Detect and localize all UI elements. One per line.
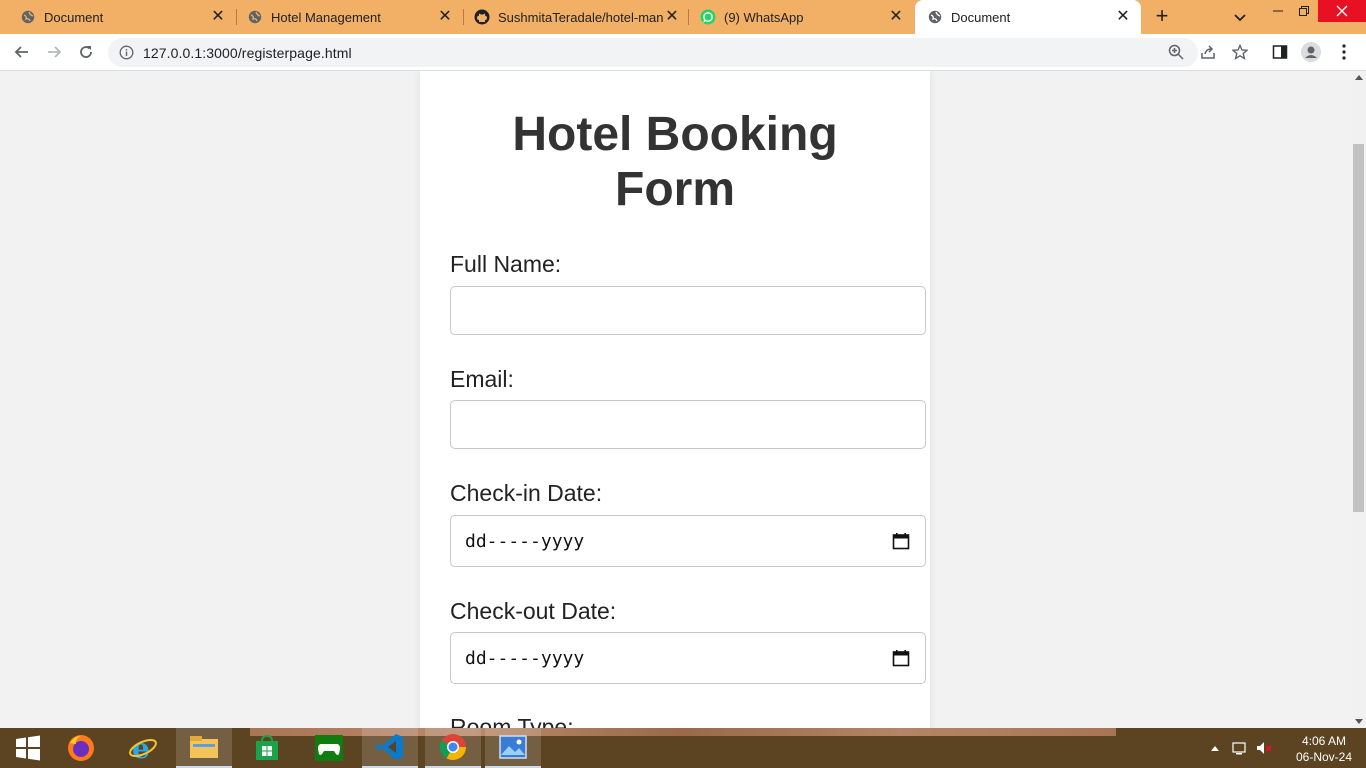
scroll-down-arrow-icon[interactable]: [1355, 719, 1363, 724]
minimize-button[interactable]: [1268, 2, 1288, 20]
reload-icon[interactable]: [76, 42, 96, 62]
profile-avatar-icon[interactable]: [1301, 42, 1321, 62]
close-icon[interactable]: ✕: [664, 9, 680, 25]
heading-line-2: Form: [615, 163, 735, 216]
clock-date: 06-Nov-24: [1295, 750, 1353, 764]
heading-line-1: Hotel Booking: [512, 108, 838, 161]
form-heading: Hotel Booking Form: [420, 107, 930, 217]
menu-kebab-icon[interactable]: [1334, 42, 1354, 62]
network-icon[interactable]: [1232, 740, 1248, 756]
bookmark-star-icon[interactable]: [1230, 42, 1250, 62]
checkin-placeholder: dd-----yyyy: [465, 531, 585, 552]
checkout-date-input[interactable]: dd-----yyyy: [450, 632, 926, 684]
file-explorer-icon[interactable]: [176, 728, 232, 768]
share-icon[interactable]: [1198, 42, 1218, 62]
browser-toolbar: 127.0.0.1:3000/registerpage.html: [0, 34, 1366, 71]
tab-hotel-management[interactable]: Hotel Management ✕: [227, 0, 463, 34]
restore-button[interactable]: [1294, 2, 1314, 20]
page-scrollbar[interactable]: [1351, 71, 1366, 728]
tab-document-1[interactable]: Document ✕: [0, 0, 236, 34]
show-hidden-icons-chevron-icon[interactable]: [1207, 740, 1223, 756]
close-icon[interactable]: ✕: [210, 9, 226, 25]
globe-icon: [247, 9, 263, 25]
checkin-date-input[interactable]: dd-----yyyy: [450, 515, 926, 567]
tab-title: SushmitaTeradale/hotel-mana: [498, 9, 664, 25]
svg-text:e: e: [132, 733, 150, 763]
tab-whatsapp[interactable]: (9) WhatsApp ✕: [680, 0, 914, 34]
close-window-button[interactable]: [1318, 0, 1366, 22]
system-clock[interactable]: 4:06 AM 06-Nov-24: [1288, 733, 1360, 765]
xbox-icon[interactable]: [301, 728, 357, 768]
github-icon: [474, 9, 490, 25]
start-icon[interactable]: [0, 728, 56, 768]
address-bar[interactable]: 127.0.0.1:3000/registerpage.html: [108, 38, 1198, 67]
vscode-icon[interactable]: [362, 728, 418, 768]
full-name-input[interactable]: [450, 286, 926, 335]
globe-icon: [927, 9, 943, 25]
tab-title: Document: [44, 9, 104, 25]
email-label: Email:: [450, 366, 514, 392]
windows-taskbar: e 4:06 AM 06-Nov-24: [0, 728, 1366, 768]
side-panel-icon[interactable]: [1270, 42, 1290, 62]
clock-time: 4:06 AM: [1301, 734, 1347, 748]
tab-title: Hotel Management: [271, 9, 381, 25]
info-icon[interactable]: [119, 45, 134, 60]
internet-explorer-icon[interactable]: e: [115, 728, 171, 768]
tab-title: Document: [951, 9, 1011, 25]
checkout-label: Check-out Date:: [450, 598, 617, 624]
back-arrow-icon[interactable]: [12, 42, 32, 62]
firefox-icon[interactable]: [53, 728, 109, 768]
tab-strip: Document ✕ Hotel Management ✕ SushmitaTe…: [0, 0, 1366, 34]
scroll-up-arrow-icon[interactable]: [1355, 75, 1363, 80]
tab-title: (9) WhatsApp: [724, 9, 804, 25]
new-tab-button[interactable]: +: [1151, 5, 1173, 28]
checkout-placeholder: dd-----yyyy: [465, 648, 585, 669]
close-icon[interactable]: ✕: [1115, 9, 1131, 25]
url-text: 127.0.0.1:3000/registerpage.html: [143, 45, 352, 61]
close-icon[interactable]: ✕: [437, 9, 453, 25]
full-name-label: Full Name:: [450, 251, 562, 277]
whatsapp-icon: [700, 9, 716, 25]
volume-muted-icon[interactable]: [1256, 740, 1272, 756]
room-type-label: Room Type:: [450, 714, 574, 728]
tab-document-active[interactable]: Document ✕: [915, 0, 1141, 34]
globe-icon: [20, 9, 36, 25]
email-input[interactable]: [450, 400, 926, 449]
forward-arrow-icon[interactable]: [44, 42, 64, 62]
booking-form-card: Hotel Booking Form Full Name: Email: Che…: [420, 71, 930, 728]
scrollbar-thumb[interactable]: [1353, 144, 1364, 512]
store-icon[interactable]: [239, 728, 295, 768]
page-viewport: Hotel Booking Form Full Name: Email: Che…: [0, 71, 1351, 728]
chevron-down-icon[interactable]: [1232, 9, 1248, 25]
calendar-icon[interactable]: [892, 532, 910, 550]
calendar-icon[interactable]: [892, 649, 910, 667]
tab-github[interactable]: SushmitaTeradale/hotel-mana ✕: [454, 0, 690, 34]
chrome-icon[interactable]: [425, 728, 481, 768]
photos-icon[interactable]: [485, 728, 541, 768]
checkin-label: Check-in Date:: [450, 480, 603, 506]
zoom-icon[interactable]: [1166, 42, 1186, 62]
close-icon[interactable]: ✕: [888, 9, 904, 25]
